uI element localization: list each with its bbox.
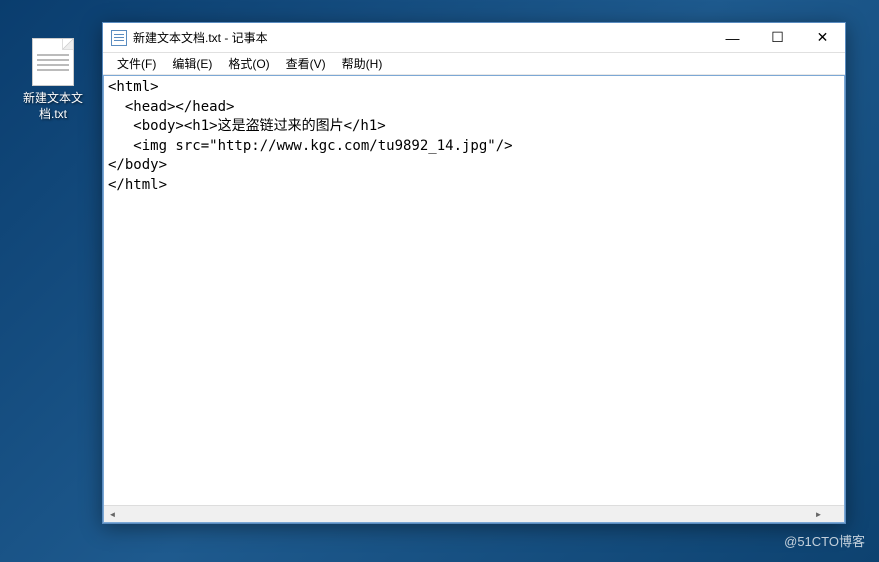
menu-format[interactable]: 格式(O)	[220, 53, 277, 74]
text-editor[interactable]: <html> <head></head> <body><h1>这是盗链过来的图片…	[104, 76, 844, 505]
titlebar[interactable]: 新建文本文档.txt - 记事本 — ☐ ✕	[103, 23, 845, 53]
editor-area: <html> <head></head> <body><h1>这是盗链过来的图片…	[103, 75, 845, 523]
scroll-right-button[interactable]: ►	[810, 506, 827, 522]
horizontal-scrollbar[interactable]: ◄ ►	[104, 505, 844, 522]
window-controls: — ☐ ✕	[710, 23, 845, 52]
watermark: @51CTO博客	[784, 531, 865, 550]
menu-view[interactable]: 查看(V)	[278, 53, 334, 74]
scroll-corner	[827, 506, 844, 522]
window-title: 新建文本文档.txt - 记事本	[133, 29, 710, 46]
desktop-file-icon[interactable]: 新建文本文 档.txt	[18, 38, 88, 122]
notepad-window: 新建文本文档.txt - 记事本 — ☐ ✕ 文件(F) 编辑(E) 格式(O)…	[102, 22, 846, 524]
scroll-track[interactable]	[121, 506, 810, 522]
menu-help[interactable]: 帮助(H)	[334, 53, 391, 74]
scroll-left-button[interactable]: ◄	[104, 506, 121, 522]
minimize-button[interactable]: —	[710, 23, 755, 52]
maximize-button[interactable]: ☐	[755, 23, 800, 52]
menu-file[interactable]: 文件(F)	[109, 53, 164, 74]
text-file-icon	[32, 38, 74, 86]
desktop-icon-label: 新建文本文 档.txt	[18, 91, 88, 122]
menubar: 文件(F) 编辑(E) 格式(O) 查看(V) 帮助(H)	[103, 53, 845, 75]
close-button[interactable]: ✕	[800, 23, 845, 52]
notepad-app-icon	[111, 30, 127, 46]
menu-edit[interactable]: 编辑(E)	[164, 53, 220, 74]
